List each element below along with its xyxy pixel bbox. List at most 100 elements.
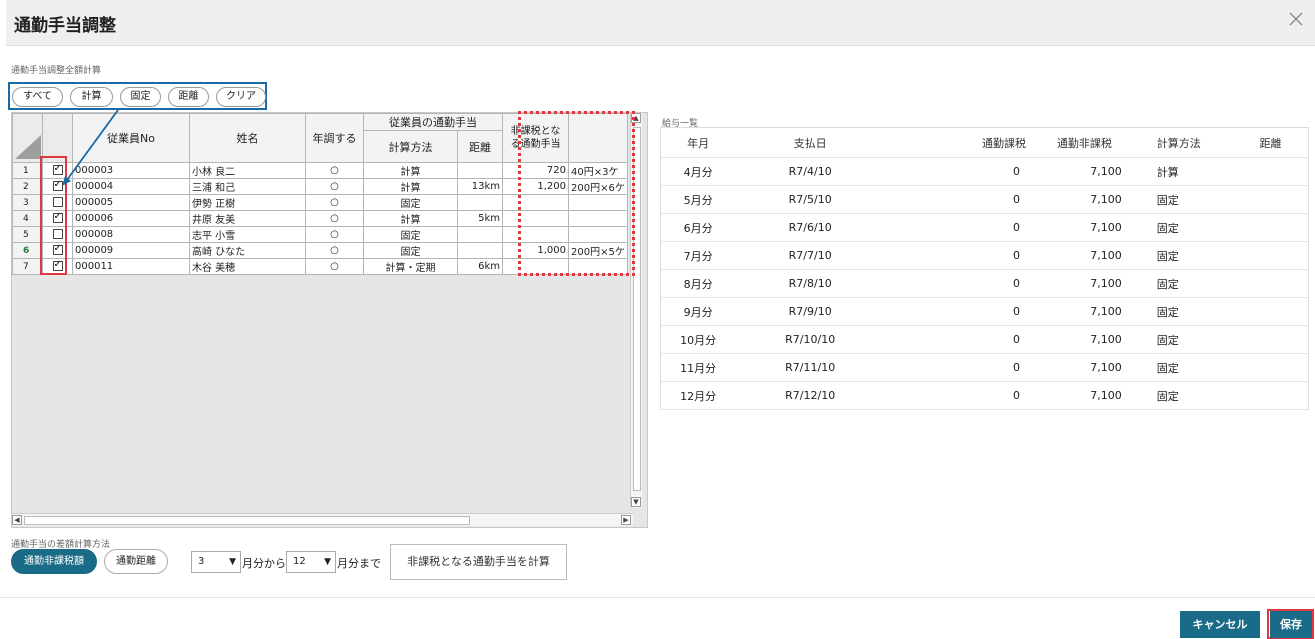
employee-no-cell[interactable]: 000005 (72, 194, 190, 211)
payroll-nontax-cell: 7,100 (1029, 297, 1130, 326)
payroll-row[interactable]: 12月分 R7/12/10 0 7,100 固定 (660, 381, 1309, 410)
close-icon[interactable] (1289, 12, 1303, 26)
calc-method-cell[interactable]: 計算 (363, 210, 458, 227)
to-month-select[interactable]: 12 ▼ (286, 551, 336, 573)
year-adjust-cell[interactable]: ○ (305, 162, 364, 179)
payroll-month-cell: 8月分 (660, 269, 736, 298)
filter-fixed-button[interactable]: 固定 (120, 87, 161, 107)
dialog-titlebar: 通勤手当調整 (6, 0, 1315, 46)
payroll-row[interactable]: 9月分 R7/9/10 0 7,100 固定 (660, 297, 1309, 326)
select-all-corner[interactable] (15, 135, 41, 159)
distance-cell[interactable] (457, 162, 503, 179)
filter-distance-button[interactable]: 距離 (168, 87, 209, 107)
payroll-header-nontax: 通勤非課税 (1029, 127, 1130, 158)
calc-method-cell[interactable]: 計算 (363, 162, 458, 179)
payroll-taxable-cell: 0 (885, 353, 1030, 382)
payroll-paydate-cell: R7/4/10 (735, 157, 886, 186)
calc-nontax-allowance-button[interactable]: 非課税となる通勤手当を計算 (390, 544, 567, 580)
employee-no-cell[interactable]: 000011 (72, 258, 190, 275)
payroll-paydate-cell: R7/7/10 (735, 241, 886, 270)
grid-horizontal-scroll-thumb[interactable] (24, 516, 470, 525)
payroll-row[interactable]: 7月分 R7/7/10 0 7,100 固定 (660, 241, 1309, 270)
payroll-row[interactable]: 6月分 R7/6/10 0 7,100 固定 (660, 213, 1309, 242)
calc-method-cell[interactable]: 固定 (363, 226, 458, 243)
from-month-suffix: 月分から (242, 557, 286, 570)
payroll-month-cell: 7月分 (660, 241, 736, 270)
dialog-title: 通勤手当調整 (14, 16, 116, 36)
payroll-month-cell: 11月分 (660, 353, 736, 382)
year-adjust-cell[interactable]: ○ (305, 226, 364, 243)
distance-cell[interactable]: 13km (457, 178, 503, 195)
scroll-left-icon[interactable]: ◀ (12, 515, 22, 525)
distance-cell[interactable] (457, 242, 503, 259)
row-number: 3 (12, 194, 43, 211)
employee-no-cell[interactable]: 000006 (72, 210, 190, 227)
year-adjust-cell[interactable]: ○ (305, 258, 364, 275)
calc-method-cell[interactable]: 固定 (363, 242, 458, 259)
row-number: 4 (12, 210, 43, 227)
payroll-row[interactable]: 8月分 R7/8/10 0 7,100 固定 (660, 269, 1309, 298)
save-button[interactable]: 保存 (1270, 611, 1312, 638)
mode-nontax-toggle[interactable]: 通勤非課税額 (11, 549, 97, 574)
payroll-row[interactable]: 11月分 R7/11/10 0 7,100 固定 (660, 353, 1309, 382)
payroll-distance-cell (1239, 185, 1309, 214)
calc-method-cell[interactable]: 固定 (363, 194, 458, 211)
name-cell[interactable]: 木谷 美穂 (189, 258, 306, 275)
payroll-nontax-cell: 7,100 (1029, 157, 1130, 186)
payroll-nontax-cell: 7,100 (1029, 269, 1130, 298)
row-number: 2 (12, 178, 43, 195)
year-adjust-cell[interactable]: ○ (305, 210, 364, 227)
payroll-month-cell: 6月分 (660, 213, 736, 242)
name-cell[interactable]: 高崎 ひなた (189, 242, 306, 259)
from-month-select[interactable]: 3 ▼ (191, 551, 241, 573)
payroll-header-distance: 距離 (1239, 127, 1309, 158)
payroll-method-cell: 固定 (1129, 381, 1240, 410)
payroll-row[interactable]: 10月分 R7/10/10 0 7,100 固定 (660, 325, 1309, 354)
payroll-paydate-cell: R7/12/10 (735, 381, 886, 410)
payroll-distance-cell (1239, 213, 1309, 242)
payroll-distance-cell (1239, 381, 1309, 410)
distance-cell[interactable]: 6km (457, 258, 503, 275)
payroll-method-cell: 固定 (1129, 241, 1240, 270)
scroll-down-icon[interactable]: ▼ (631, 497, 641, 507)
year-adjust-cell[interactable]: ○ (305, 178, 364, 195)
payroll-row[interactable]: 4月分 R7/4/10 0 7,100 計算 (660, 157, 1309, 186)
to-month-value: 12 (293, 556, 306, 567)
grid-horizontal-scrollbar[interactable]: ◀ ▶ (12, 513, 633, 526)
payroll-distance-cell (1239, 325, 1309, 354)
year-adjust-header: 年調する (305, 113, 364, 163)
payroll-nontax-cell: 7,100 (1029, 185, 1130, 214)
year-adjust-cell[interactable]: ○ (305, 194, 364, 211)
name-cell[interactable]: 志平 小雪 (189, 226, 306, 243)
payroll-row[interactable]: 5月分 R7/5/10 0 7,100 固定 (660, 185, 1309, 214)
name-cell[interactable]: 小林 良二 (189, 162, 306, 179)
distance-cell[interactable] (457, 194, 503, 211)
employee-no-cell[interactable]: 000008 (72, 226, 190, 243)
payroll-distance-cell (1239, 297, 1309, 326)
filter-all-button[interactable]: すべて (12, 87, 63, 107)
payroll-nontax-cell: 7,100 (1029, 381, 1130, 410)
cancel-button[interactable]: キャンセル (1180, 611, 1260, 638)
calc-method-cell[interactable]: 計算 (363, 178, 458, 195)
name-cell[interactable]: 伊勢 正樹 (189, 194, 306, 211)
filter-calc-button[interactable]: 計算 (70, 87, 113, 107)
payroll-month-cell: 5月分 (660, 185, 736, 214)
year-adjust-cell[interactable]: ○ (305, 242, 364, 259)
payroll-nontax-cell: 7,100 (1029, 325, 1130, 354)
employee-no-cell[interactable]: 000009 (72, 242, 190, 259)
mode-distance-toggle[interactable]: 通勤距離 (104, 549, 168, 574)
name-cell[interactable]: 井原 友美 (189, 210, 306, 227)
name-cell[interactable]: 三浦 和己 (189, 178, 306, 195)
calc-method-cell[interactable]: 計算・定期 (363, 258, 458, 275)
payroll-paydate-cell: R7/11/10 (735, 353, 886, 382)
payroll-distance-cell (1239, 157, 1309, 186)
payroll-taxable-cell: 0 (885, 381, 1030, 410)
payroll-month-cell: 10月分 (660, 325, 736, 354)
distance-cell[interactable]: 5km (457, 210, 503, 227)
payroll-taxable-cell: 0 (885, 213, 1030, 242)
filter-clear-button[interactable]: クリア (216, 87, 266, 107)
payroll-paydate-cell: R7/9/10 (735, 297, 886, 326)
distance-cell[interactable] (457, 226, 503, 243)
scroll-right-icon[interactable]: ▶ (621, 515, 631, 525)
nontax-column-highlight (518, 111, 635, 276)
